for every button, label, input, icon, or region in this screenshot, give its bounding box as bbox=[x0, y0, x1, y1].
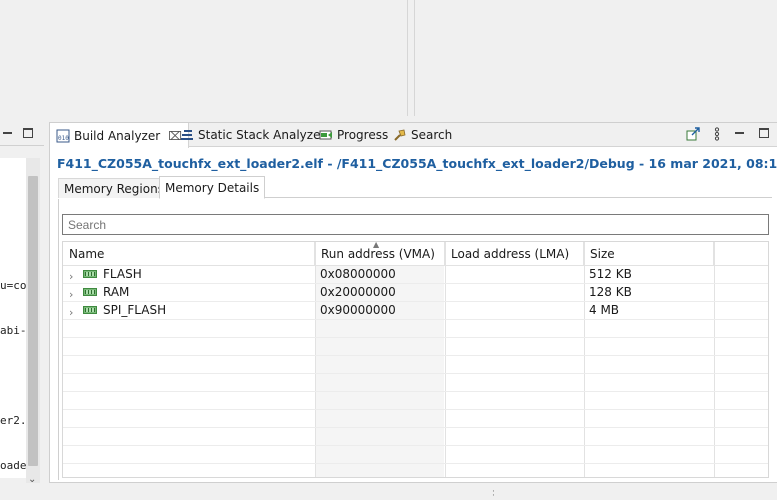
resize-handle-icon[interactable]: · · bbox=[492, 488, 495, 500]
left-editor-pane: u=co abi- er2. oade ⌄ bbox=[0, 122, 44, 488]
table-row-empty bbox=[63, 446, 768, 464]
expand-arrow-icon[interactable]: › bbox=[69, 288, 73, 301]
left-pane-tabbar bbox=[0, 122, 44, 146]
editor-line: oade bbox=[0, 459, 26, 472]
editor-line: er2. bbox=[0, 414, 26, 427]
column-header-size[interactable]: Size bbox=[584, 242, 714, 266]
editor-text-area[interactable]: u=co abi- er2. oade bbox=[0, 158, 26, 478]
expand-arrow-icon[interactable]: › bbox=[69, 306, 73, 319]
memory-details-table: Name ▲ Run address (VMA) Load address (L… bbox=[62, 241, 769, 478]
expand-arrow-icon[interactable]: › bbox=[69, 270, 73, 283]
table-row-empty bbox=[63, 410, 768, 428]
tab-memory-regions[interactable]: Memory Regions bbox=[58, 178, 170, 198]
build-analyzer-icon: 010 bbox=[56, 129, 70, 143]
tab-build-analyzer[interactable]: 010 Build Analyzer ⌧ bbox=[50, 123, 189, 148]
open-in-new-window-icon[interactable] bbox=[686, 127, 700, 141]
editor-line: abi- bbox=[0, 324, 26, 337]
column-header-vma[interactable]: ▲ Run address (VMA) bbox=[315, 242, 445, 266]
svg-text:010: 010 bbox=[58, 135, 69, 142]
table-row-empty bbox=[63, 356, 768, 374]
top-left-empty-pane bbox=[0, 0, 408, 116]
tab-search[interactable]: Search bbox=[387, 123, 458, 147]
top-right-empty-pane bbox=[414, 0, 777, 116]
cell-name: FLASH bbox=[103, 267, 142, 281]
build-analyzer-view: 010 Build Analyzer ⌧ Static Stack Analyz… bbox=[49, 122, 777, 483]
maximize-icon[interactable] bbox=[22, 127, 34, 139]
tab-label: Static Stack Analyzer bbox=[198, 128, 326, 142]
memory-details-panel: Name ▲ Run address (VMA) Load address (L… bbox=[58, 199, 772, 480]
maximize-icon[interactable] bbox=[758, 127, 772, 141]
cell-vma: 0x90000000 bbox=[320, 303, 396, 317]
table-row-empty bbox=[63, 320, 768, 338]
table-row[interactable] bbox=[63, 302, 768, 320]
scrollbar-thumb[interactable] bbox=[28, 176, 38, 466]
tab-memory-details[interactable]: Memory Details bbox=[159, 176, 266, 199]
search-input[interactable] bbox=[62, 214, 769, 235]
table-row[interactable] bbox=[63, 266, 768, 284]
minimize-icon[interactable] bbox=[2, 127, 14, 139]
progress-icon bbox=[319, 128, 333, 142]
view-toolbar bbox=[686, 127, 772, 141]
table-row-empty bbox=[63, 374, 768, 392]
vertical-scrollbar[interactable]: ⌄ bbox=[26, 158, 40, 488]
table-row[interactable] bbox=[63, 284, 768, 302]
column-header-name[interactable]: Name bbox=[63, 242, 315, 266]
search-icon bbox=[393, 128, 407, 142]
tab-static-stack-analyzer[interactable]: Static Stack Analyzer bbox=[174, 123, 331, 147]
cell-name: SPI_FLASH bbox=[103, 303, 167, 317]
cell-size: 128 KB bbox=[589, 285, 632, 299]
memory-tabs: Memory Regions Memory Details bbox=[58, 176, 772, 199]
view-tabbar: 010 Build Analyzer ⌧ Static Stack Analyz… bbox=[50, 123, 777, 148]
ide-window: u=co abi- er2. oade ⌄ 010 Build Analyzer… bbox=[0, 0, 777, 500]
cell-vma: 0x20000000 bbox=[320, 285, 396, 299]
cell-vma: 0x08000000 bbox=[320, 267, 396, 281]
stack-analyzer-icon bbox=[180, 128, 194, 142]
bottom-sash[interactable]: · · bbox=[0, 483, 777, 500]
tab-progress[interactable]: Progress bbox=[313, 123, 394, 147]
view-menu-icon[interactable] bbox=[710, 127, 724, 141]
memory-region-icon bbox=[83, 306, 97, 314]
table-row-empty bbox=[63, 338, 768, 356]
memory-region-icon bbox=[83, 288, 97, 296]
cell-size: 4 MB bbox=[589, 303, 620, 317]
column-header-lma[interactable]: Load address (LMA) bbox=[445, 242, 584, 266]
tab-label: Build Analyzer bbox=[74, 128, 161, 143]
table-row-empty bbox=[63, 428, 768, 446]
table-header: Name ▲ Run address (VMA) Load address (L… bbox=[63, 242, 768, 266]
memory-region-icon bbox=[83, 270, 97, 278]
minimize-icon[interactable] bbox=[734, 127, 748, 141]
sort-ascending-icon: ▲ bbox=[373, 241, 380, 249]
table-row-empty bbox=[63, 392, 768, 410]
tab-label: Search bbox=[411, 128, 453, 142]
editor-line: u=co bbox=[0, 279, 26, 292]
build-analyzer-title: F411_CZ055A_touchfx_ext_loader2.elf - /F… bbox=[57, 156, 777, 171]
tab-label: Progress bbox=[337, 128, 389, 142]
cell-name: RAM bbox=[103, 285, 130, 299]
cell-size: 512 KB bbox=[589, 267, 632, 281]
